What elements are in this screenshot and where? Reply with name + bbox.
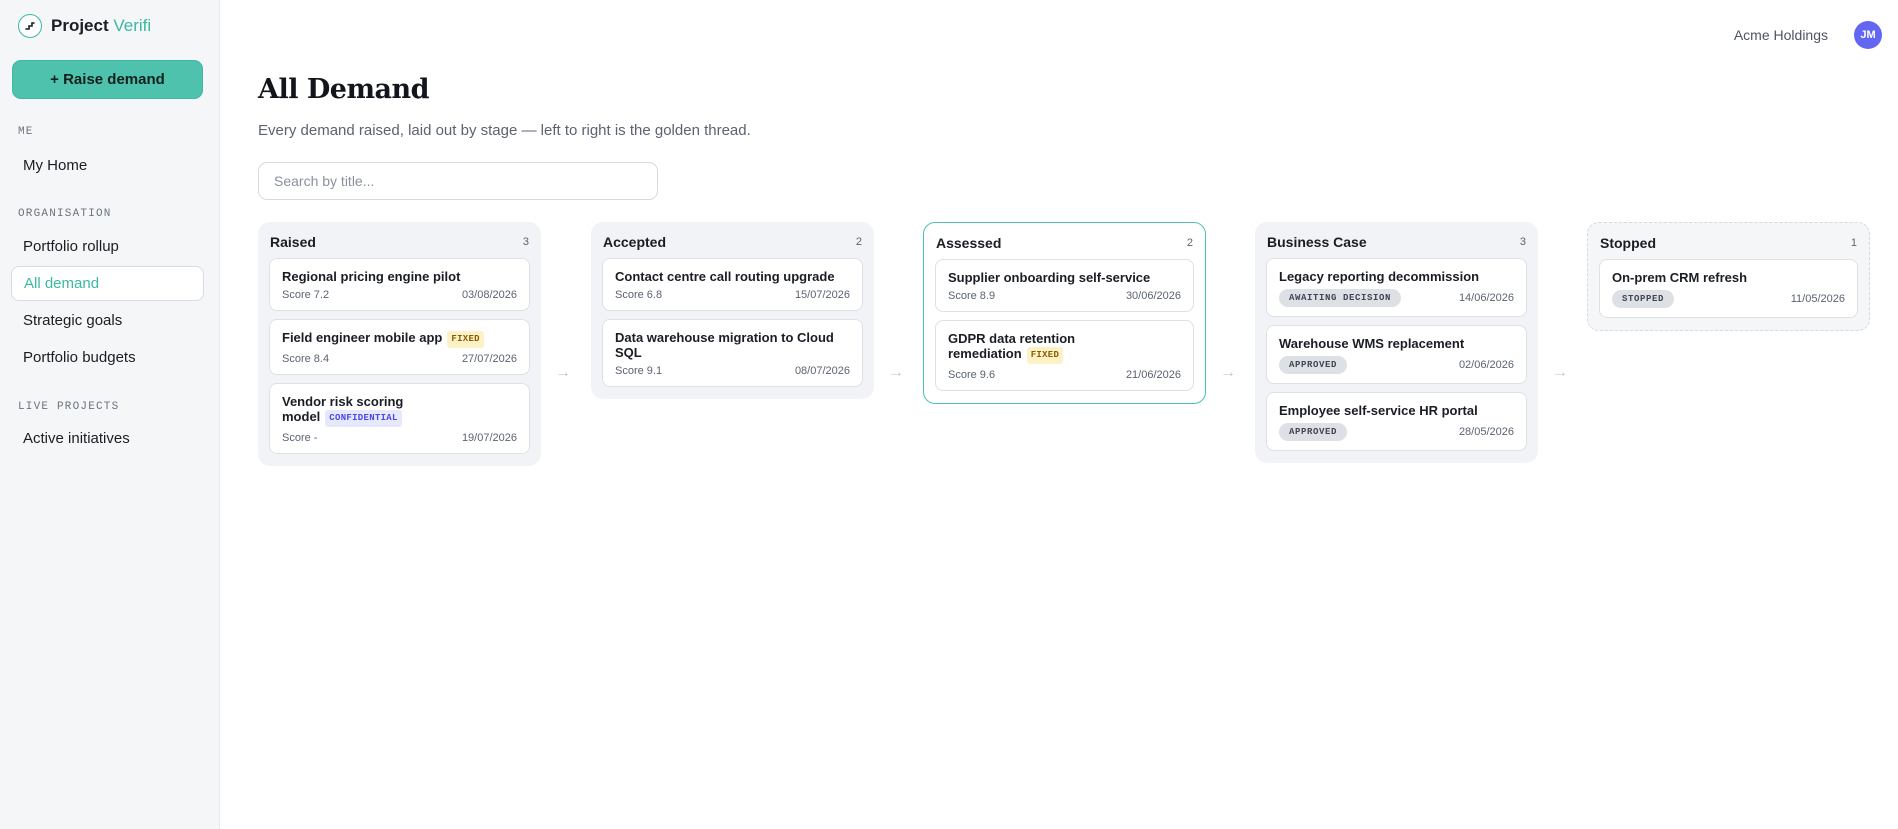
demand-card[interactable]: Field engineer mobile app FIXED Score 8.4… — [269, 319, 530, 375]
demand-card[interactable]: Vendor risk scoring model CONFIDENTIAL Sc… — [269, 383, 530, 454]
column-count: 2 — [1186, 237, 1193, 249]
page-subtitle: Every demand raised, laid out by stage —… — [258, 122, 751, 139]
arrow-icon: → — [1552, 364, 1568, 381]
brand[interactable]: Project Verifi — [18, 14, 151, 38]
card-date: 21/06/2026 — [1125, 369, 1181, 381]
column-count: 3 — [1519, 236, 1526, 248]
arrow-icon: → — [1220, 364, 1236, 381]
arrow-icon: → — [888, 364, 904, 381]
demand-card[interactable]: Employee self-service HR portal APPROVED… — [1266, 392, 1527, 451]
column-business-case: Business Case 3 Legacy reporting decommis… — [1255, 222, 1538, 463]
card-date: 03/08/2026 — [461, 289, 517, 301]
fixed-tag: FIXED — [1026, 347, 1064, 364]
card-score: Score 8.9 — [948, 290, 996, 302]
brand-name: Project Verifi — [51, 16, 152, 35]
column-count: 1 — [1850, 237, 1857, 249]
column-title: Raised — [270, 234, 316, 250]
card-title: Legacy reporting decommission — [1279, 269, 1480, 284]
sidebar-item-strategic-goals[interactable]: Strategic goals — [11, 303, 204, 338]
status-badge: STOPPED — [1612, 290, 1675, 308]
demand-card[interactable]: Supplier onboarding self-service Score 8… — [935, 259, 1194, 312]
card-date: 15/07/2026 — [794, 289, 850, 301]
card-title: Regional pricing engine pilot — [282, 269, 461, 284]
column-accepted: Accepted 2 Contact centre call routing up… — [591, 222, 874, 399]
section-label-organisation: ORGANISATION — [18, 208, 112, 220]
card-score: Score 7.2 — [282, 289, 330, 301]
demand-card[interactable]: Regional pricing engine pilot Score 7.2 0… — [269, 258, 530, 311]
demand-card[interactable]: Warehouse WMS replacement APPROVED 02/06/… — [1266, 325, 1527, 384]
column-count: 2 — [855, 236, 862, 248]
card-title: Contact centre call routing upgrade — [615, 269, 835, 284]
confidential-tag: CONFIDENTIAL — [325, 410, 402, 427]
card-score: Score 9.1 — [615, 365, 663, 377]
column-stopped: Stopped 1 On-prem CRM refresh STOPPED 11/0… — [1587, 222, 1870, 331]
sidebar-item-all-demand[interactable]: All demand — [11, 266, 204, 301]
demand-card[interactable]: Contact centre call routing upgrade Scor… — [602, 258, 863, 311]
status-badge: APPROVED — [1279, 423, 1348, 441]
card-score: Score 6.8 — [615, 289, 663, 301]
column-title: Accepted — [603, 234, 667, 250]
card-title: Data warehouse migration to Cloud SQL — [615, 330, 834, 360]
demand-card[interactable]: Legacy reporting decommission AWAITING D… — [1266, 258, 1527, 317]
card-date: 08/07/2026 — [794, 365, 850, 377]
card-date: 27/07/2026 — [461, 353, 517, 365]
org-name[interactable]: Acme Holdings — [1734, 27, 1828, 43]
section-label-live-projects: LIVE PROJECTS — [18, 401, 120, 413]
column-title: Business Case — [1267, 234, 1367, 250]
card-date: 30/06/2026 — [1125, 290, 1181, 302]
avatar[interactable]: JM — [1854, 21, 1882, 49]
page-title: All Demand — [258, 74, 430, 105]
column-count: 3 — [522, 236, 529, 248]
card-title: Supplier onboarding self-service — [948, 270, 1151, 285]
card-date: 19/07/2026 — [461, 432, 517, 444]
card-date: 11/05/2026 — [1790, 293, 1845, 305]
card-title: On-prem CRM refresh — [1612, 270, 1748, 285]
sidebar-item-active-initiatives[interactable]: Active initiatives — [11, 421, 204, 456]
column-title: Stopped — [1600, 235, 1656, 251]
card-score: Score 8.4 — [282, 353, 330, 365]
section-label-me: ME — [18, 126, 34, 138]
search-input[interactable] — [258, 162, 658, 200]
card-title: Employee self-service HR portal — [1279, 403, 1478, 418]
card-date: 02/06/2026 — [1458, 359, 1514, 371]
status-badge: APPROVED — [1279, 356, 1348, 374]
column-assessed: Assessed 2 Supplier onboarding self-servi… — [923, 222, 1206, 404]
logo-icon — [18, 14, 42, 38]
card-date: 28/05/2026 — [1458, 426, 1514, 438]
card-score: Score 9.6 — [948, 369, 996, 381]
sidebar-item-portfolio-rollup[interactable]: Portfolio rollup — [11, 229, 204, 264]
card-score: Score - — [282, 432, 318, 444]
arrow-icon: → — [555, 364, 571, 381]
sidebar-item-my-home[interactable]: My Home — [11, 148, 204, 183]
column-title: Assessed — [936, 235, 1002, 251]
card-title: Warehouse WMS replacement — [1279, 336, 1465, 351]
status-badge: AWAITING DECISION — [1279, 289, 1402, 307]
demand-card[interactable]: Data warehouse migration to Cloud SQL Sc… — [602, 319, 863, 387]
demand-card[interactable]: GDPR data retention remediation FIXED Sco… — [935, 320, 1194, 391]
demand-card[interactable]: On-prem CRM refresh STOPPED 11/05/2026 — [1599, 259, 1858, 318]
fixed-tag: FIXED — [447, 331, 484, 348]
brand-accent: Verifi — [113, 16, 152, 35]
sidebar: Project Verifi + Raise demand ME My Home… — [0, 0, 220, 829]
card-title: Field engineer mobile app — [282, 330, 443, 345]
sidebar-item-portfolio-budgets[interactable]: Portfolio budgets — [11, 340, 204, 375]
column-raised: Raised 3 Regional pricing engine pilot Sc… — [258, 222, 541, 466]
raise-demand-button[interactable]: + Raise demand — [12, 60, 203, 99]
card-date: 14/06/2026 — [1458, 292, 1514, 304]
